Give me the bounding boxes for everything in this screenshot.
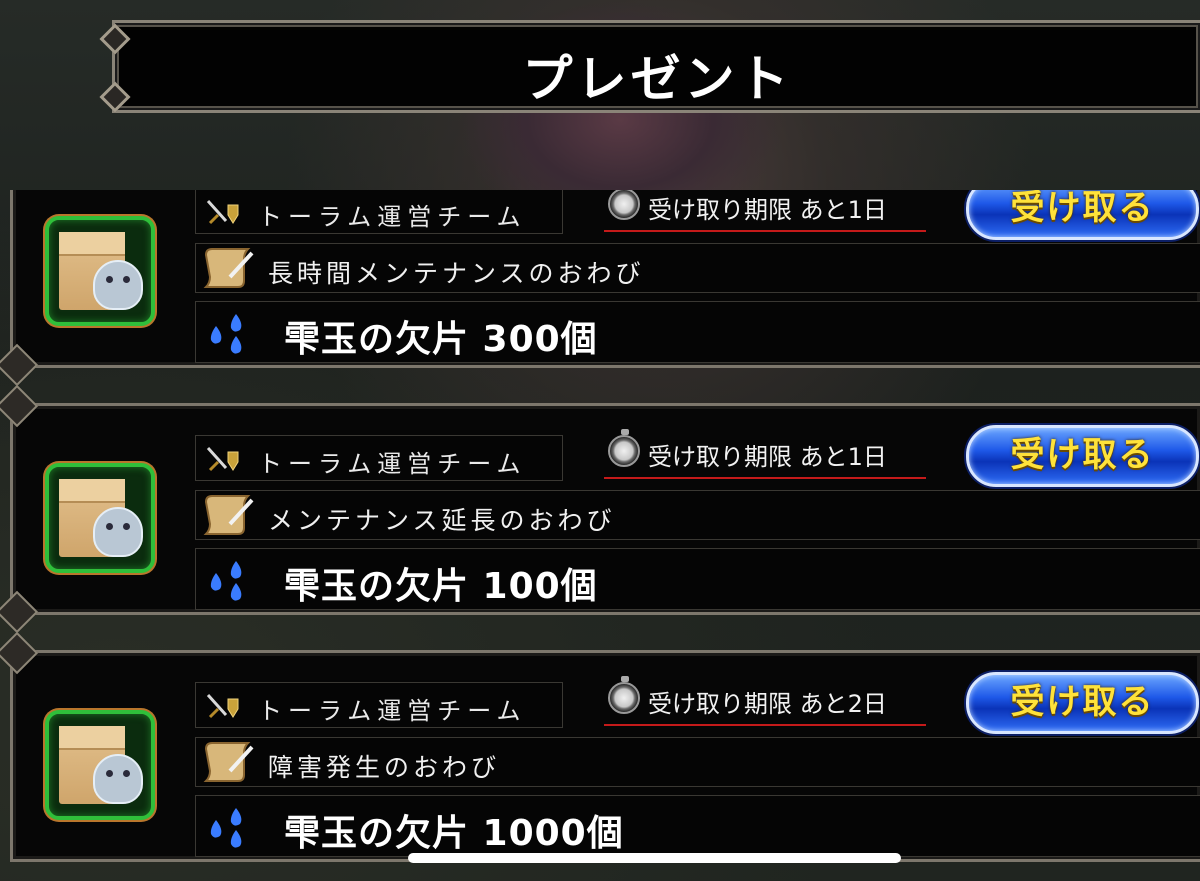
present-card: トーラム運営チーム 受け取り期限 あと1日 受け取る メンテナンス延長のおわび …	[0, 384, 1200, 634]
stopwatch-icon	[608, 429, 640, 467]
scroll-quill-icon	[203, 248, 254, 288]
message-row: 長時間メンテナンスのおわび	[195, 243, 1200, 293]
sword-shield-icon	[206, 446, 239, 472]
stopwatch-icon	[608, 676, 640, 714]
message-text: 長時間メンテナンスのおわび	[268, 259, 645, 288]
sword-shield-icon	[206, 199, 239, 225]
present-list[interactable]: トーラム運営チーム 受け取り期限 あと1日 受け取る 長時間メンテナンスのおわび…	[0, 190, 1200, 881]
deadline: 受け取り期限 あと1日	[604, 429, 926, 479]
stopwatch-icon	[608, 190, 640, 220]
present-card: トーラム運営チーム 受け取り期限 あと2日 受け取る 障害発生のおわび 雫玉の欠…	[0, 631, 1200, 872]
title-bar: プレゼント	[112, 20, 1200, 113]
reward-row: 雫玉の欠片 300個	[195, 301, 1200, 363]
sender-name: トーラム運営チーム	[258, 697, 527, 725]
cardboard-box-with-pet-icon	[45, 710, 155, 820]
reward-text: 雫玉の欠片 300個	[284, 319, 598, 360]
present-card: トーラム運営チーム 受け取り期限 あと1日 受け取る 長時間メンテナンスのおわび…	[0, 190, 1200, 387]
deadline-text: 受け取り期限 あと1日	[648, 196, 887, 224]
message-row: メンテナンス延長のおわび	[195, 490, 1200, 540]
reward-row: 雫玉の欠片 1000個	[195, 795, 1200, 857]
reward-row: 雫玉の欠片 100個	[195, 548, 1200, 610]
water-drops-icon	[210, 561, 242, 601]
sender-name: トーラム運営チーム	[258, 203, 527, 231]
water-drops-icon	[210, 314, 242, 354]
page-title: プレゼント	[522, 50, 793, 108]
deadline-text: 受け取り期限 あと2日	[648, 690, 887, 718]
scroll-quill-icon	[203, 495, 254, 535]
message-text: 障害発生のおわび	[268, 753, 501, 782]
sender-name: トーラム運営チーム	[258, 450, 527, 478]
reward-text: 雫玉の欠片 1000個	[284, 813, 624, 854]
claim-button[interactable]: 受け取る	[966, 425, 1199, 487]
claim-button[interactable]: 受け取る	[966, 672, 1199, 734]
cardboard-box-with-pet-icon	[45, 463, 155, 573]
message-text: メンテナンス延長のおわび	[268, 506, 616, 535]
deadline: 受け取り期限 あと2日	[604, 676, 926, 726]
sender-row: トーラム運営チーム	[195, 190, 563, 234]
deadline: 受け取り期限 あと1日	[604, 190, 926, 232]
scroll-quill-icon	[203, 742, 254, 782]
cardboard-box-with-pet-icon	[45, 216, 155, 326]
deadline-text: 受け取り期限 あと1日	[648, 443, 887, 471]
water-drops-icon	[210, 808, 242, 848]
sender-row: トーラム運営チーム	[195, 682, 563, 728]
sender-row: トーラム運営チーム	[195, 435, 563, 481]
home-indicator[interactable]	[408, 853, 901, 863]
reward-text: 雫玉の欠片 100個	[284, 566, 598, 607]
message-row: 障害発生のおわび	[195, 737, 1200, 787]
claim-button[interactable]: 受け取る	[966, 190, 1199, 240]
sword-shield-icon	[206, 693, 239, 719]
